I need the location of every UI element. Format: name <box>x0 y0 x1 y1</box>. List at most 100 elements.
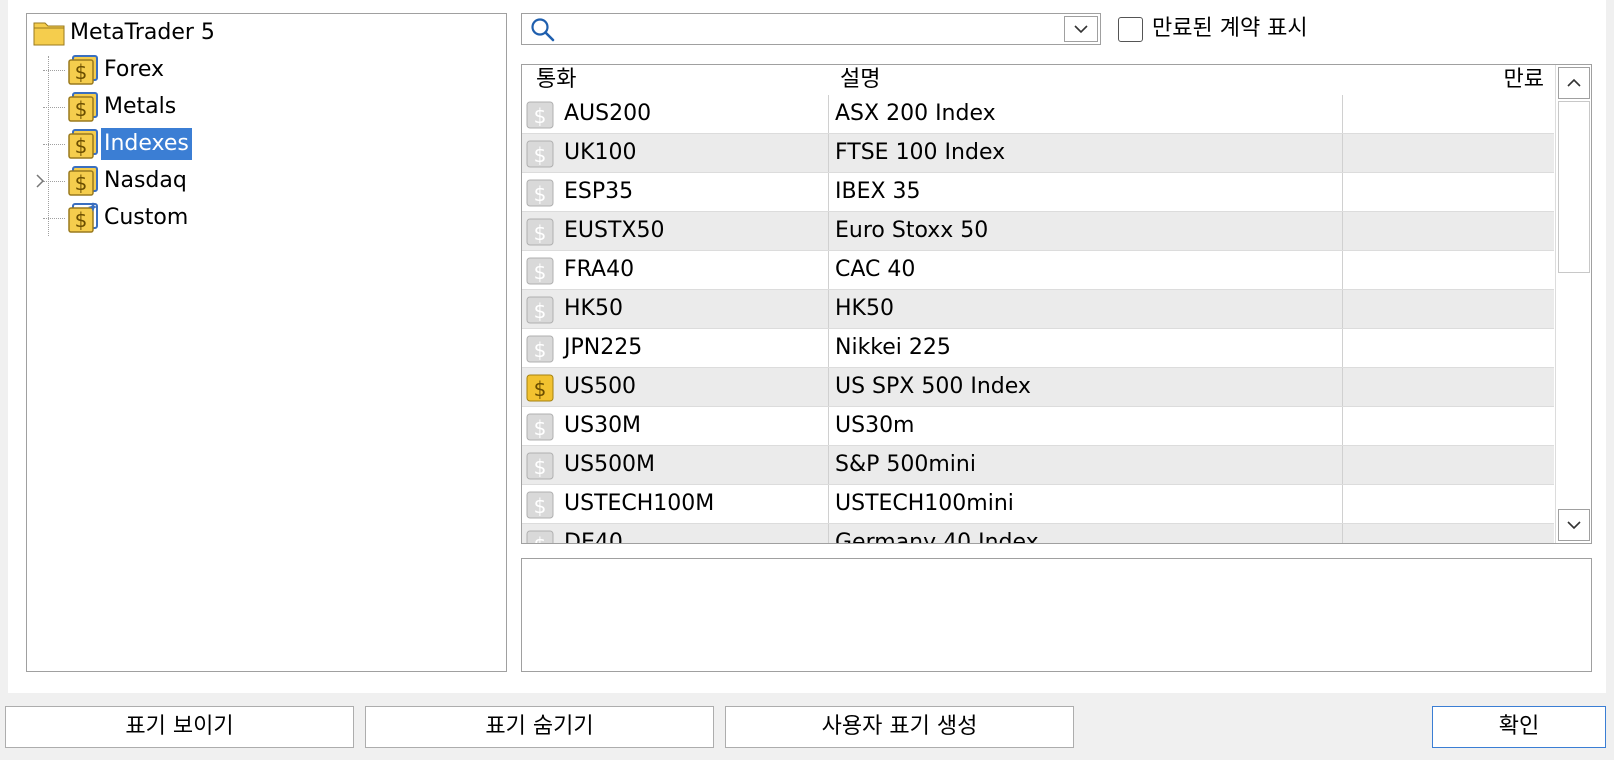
expiration-cell <box>1342 368 1554 406</box>
tree-item-indexes[interactable]: $ Indexes <box>43 127 192 161</box>
search-history-dropdown-button[interactable] <box>1064 16 1098 42</box>
table-row[interactable]: $ UK100 FTSE 100 Index <box>522 134 1554 173</box>
svg-text:$: $ <box>534 533 547 544</box>
symbol-inactive-icon: $ <box>526 218 554 246</box>
description-cell: CAC 40 <box>828 251 1342 289</box>
symbol-cell: AUS200 <box>564 101 652 126</box>
svg-text:$: $ <box>75 97 88 121</box>
tree-item-label: Forex <box>104 57 165 82</box>
search-icon <box>531 18 555 42</box>
expiration-cell <box>1342 212 1554 250</box>
search-input[interactable] <box>562 16 1042 42</box>
symbol-cell: FRA40 <box>564 257 635 282</box>
scroll-up-button[interactable] <box>1558 67 1590 99</box>
column-header-description[interactable]: 설명 <box>840 65 880 95</box>
symbol-cell: US500 <box>564 374 637 399</box>
tree-item-label: Custom <box>104 205 189 230</box>
expiration-cell <box>1342 524 1554 543</box>
svg-text:$: $ <box>534 338 547 362</box>
svg-text:$: $ <box>75 208 88 232</box>
symbol-cell: UK100 <box>564 140 637 165</box>
expiration-cell <box>1342 134 1554 172</box>
svg-text:$: $ <box>534 299 547 323</box>
table-row[interactable]: $ AUS200 ASX 200 Index <box>522 95 1554 134</box>
table-row[interactable]: $ DE40 Germany 40 Index <box>522 524 1554 544</box>
symbols-table[interactable]: 통화 설명 만료 $ AUS200 ASX 200 Index $ UK100 FTSE … <box>521 64 1592 544</box>
symbol-inactive-icon: $ <box>526 491 554 519</box>
description-cell: HK50 <box>828 290 1342 328</box>
tree-branch-line <box>43 107 65 108</box>
tree-item-label: Indexes <box>101 128 192 160</box>
description-cell: US30m <box>828 407 1342 445</box>
table-row[interactable]: $ USTECH100M USTECH100mini <box>522 485 1554 524</box>
table-row[interactable]: $ ESP35 IBEX 35 <box>522 173 1554 212</box>
expiration-cell <box>1342 290 1554 328</box>
description-cell: USTECH100mini <box>828 485 1342 523</box>
tree-branch-line <box>43 144 65 145</box>
tree-root-metatrader[interactable]: MetaTrader 5 <box>33 16 218 50</box>
tree-root-label: MetaTrader 5 <box>70 20 215 45</box>
expiration-cell <box>1342 407 1554 445</box>
description-cell: S&P 500mini <box>828 446 1342 484</box>
symbol-search-box[interactable] <box>521 13 1101 45</box>
table-header: 통화 설명 만료 <box>522 65 1554 95</box>
symbol-cell: US30M <box>564 413 642 438</box>
expiration-cell <box>1342 95 1554 133</box>
symbol-cell: JPN225 <box>564 335 643 360</box>
symbol-inactive-icon: $ <box>526 101 554 129</box>
symbol-cell: ESP35 <box>564 179 634 204</box>
svg-text:$: $ <box>75 134 88 158</box>
scroll-down-button[interactable] <box>1558 509 1590 541</box>
hide-symbol-button[interactable]: 표기 숨기기 <box>365 706 714 748</box>
symbol-cell: USTECH100M <box>564 491 715 516</box>
symbol-folder-icon: $ <box>68 166 98 196</box>
tree-item-nasdaq[interactable]: $ Nasdaq <box>36 164 190 198</box>
symbol-cell: HK50 <box>564 296 623 321</box>
symbol-active-icon: $ <box>526 374 554 402</box>
svg-text:$: $ <box>534 104 547 128</box>
column-header-symbol[interactable]: 통화 <box>536 65 576 95</box>
tree-item-metals[interactable]: $ Metals <box>43 90 179 124</box>
table-row[interactable]: $ US30M US30m <box>522 407 1554 446</box>
symbol-cell: DE40 <box>564 530 623 544</box>
column-header-expiration[interactable]: 만료 <box>1504 65 1544 95</box>
svg-text:$: $ <box>75 60 88 84</box>
show-expired-label: 만료된 계약 표시 <box>1152 16 1308 41</box>
expand-chevron-icon[interactable] <box>33 172 47 190</box>
symbol-inactive-icon: $ <box>526 335 554 363</box>
show-symbol-button[interactable]: 표기 보이기 <box>5 706 354 748</box>
table-row[interactable]: $ FRA40 CAC 40 <box>522 251 1554 290</box>
description-cell: ASX 200 Index <box>828 95 1342 133</box>
svg-text:$: $ <box>534 494 547 518</box>
tree-item-label: Nasdaq <box>104 168 187 193</box>
svg-text:$: $ <box>534 260 547 284</box>
symbol-properties-panel <box>521 558 1592 672</box>
tree-branch-line <box>43 70 65 71</box>
symbol-inactive-icon: $ <box>526 530 554 544</box>
symbol-inactive-icon: $ <box>526 296 554 324</box>
symbol-folder-icon: $ <box>68 55 98 85</box>
expiration-cell <box>1342 485 1554 523</box>
tree-item-custom[interactable]: $ Custom <box>43 201 191 235</box>
show-expired-checkbox[interactable] <box>1118 17 1143 42</box>
tree-item-forex[interactable]: $ Forex <box>43 53 167 87</box>
table-row[interactable]: $ US500M S&P 500mini <box>522 446 1554 485</box>
symbol-inactive-icon: $ <box>526 452 554 480</box>
description-cell: Germany 40 Index <box>828 524 1342 543</box>
description-cell: IBEX 35 <box>828 173 1342 211</box>
table-row[interactable]: $ EUSTX50 Euro Stoxx 50 <box>522 212 1554 251</box>
tree-connector-line <box>48 56 49 236</box>
create-custom-symbol-button[interactable]: 사용자 표기 생성 <box>725 706 1074 748</box>
table-row[interactable]: $ JPN225 Nikkei 225 <box>522 329 1554 368</box>
symbol-group-tree[interactable]: MetaTrader 5 $ Forex $ Metals $ Indexes <box>26 13 507 672</box>
table-scrollbar[interactable] <box>1555 65 1591 543</box>
table-body: $ AUS200 ASX 200 Index $ UK100 FTSE 100 Index… <box>522 95 1554 544</box>
expiration-cell <box>1342 251 1554 289</box>
scroll-thumb[interactable] <box>1558 101 1590 273</box>
table-row[interactable]: $ HK50 HK50 <box>522 290 1554 329</box>
table-row[interactable]: $ US500 US SPX 500 Index <box>522 368 1554 407</box>
description-cell: Nikkei 225 <box>828 329 1342 367</box>
folder-icon <box>33 22 65 46</box>
ok-button[interactable]: 확인 <box>1432 706 1606 748</box>
symbol-inactive-icon: $ <box>526 413 554 441</box>
